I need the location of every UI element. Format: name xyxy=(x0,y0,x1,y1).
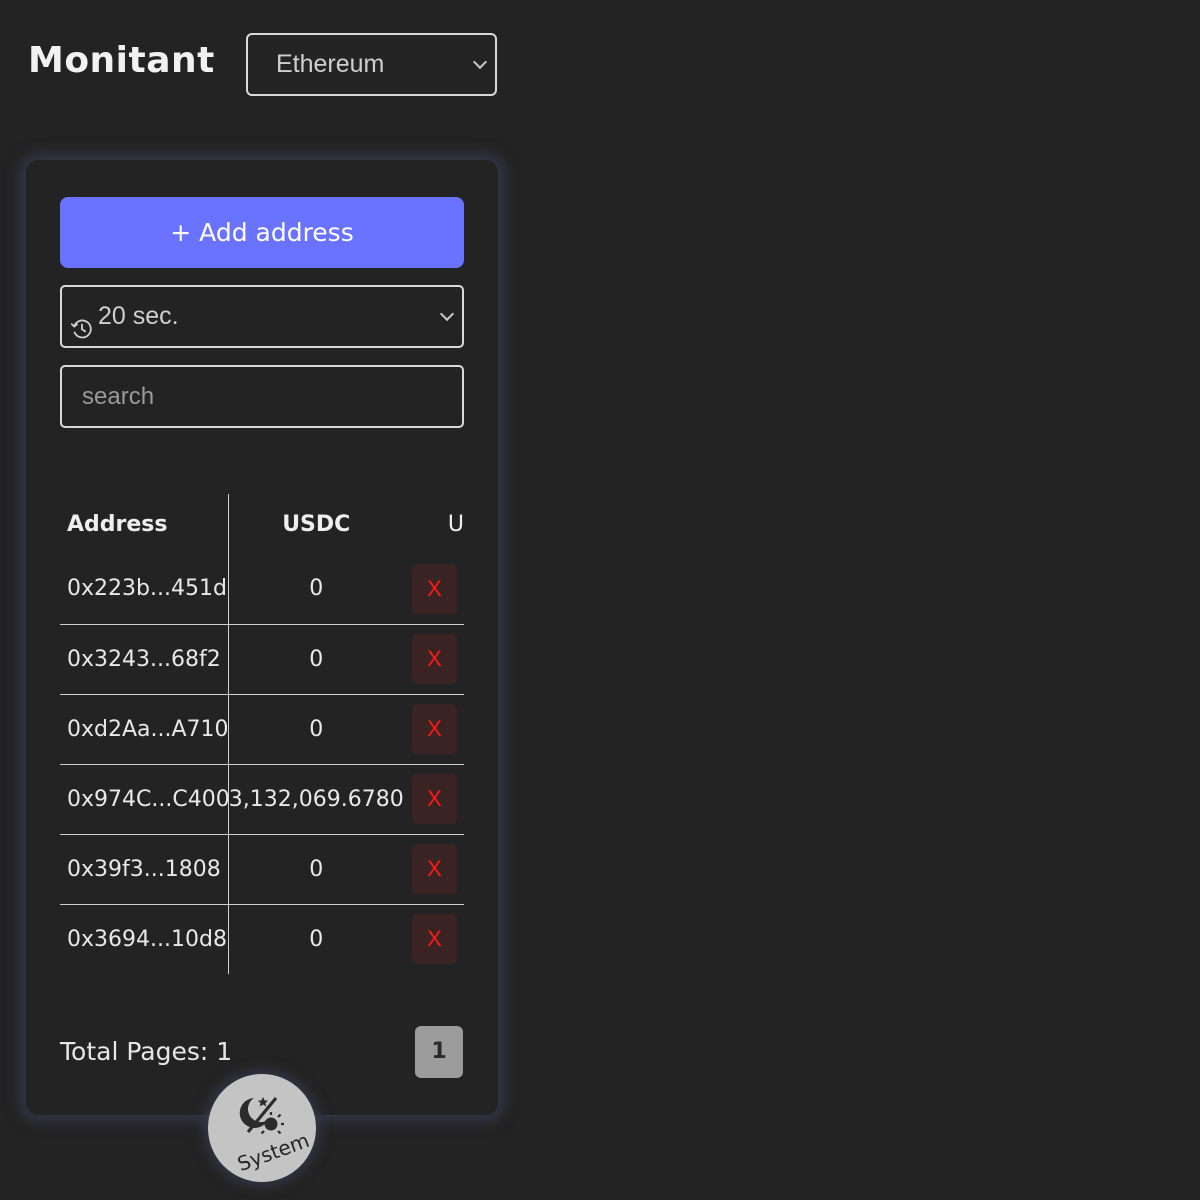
column-header-address: Address xyxy=(67,511,168,537)
column-header-extra: U xyxy=(447,511,464,537)
usdc-cell: 0 xyxy=(227,624,404,695)
network-select[interactable]: Ethereum xyxy=(246,33,497,96)
address-cell: 0xd2Aa...A710 xyxy=(60,694,229,765)
interval-select[interactable]: 20 sec. xyxy=(60,285,464,348)
address-cell: 0x223b...451d xyxy=(60,554,228,625)
column-header-usdc: USDC xyxy=(227,494,404,554)
add-address-button[interactable]: + Add address xyxy=(60,197,464,268)
address-cell: 0x3243...68f2 xyxy=(60,624,228,695)
table-row: 0x3694...10d8 0 X xyxy=(60,904,464,974)
network-select-value: Ethereum xyxy=(276,50,385,78)
delete-button[interactable]: X xyxy=(412,704,457,754)
address-panel: + Add address 20 sec. Address USDC U xyxy=(26,160,498,1115)
address-cell: 0x3694...10d8 xyxy=(60,904,228,974)
address-cell: 0x974C...C400 xyxy=(60,764,230,835)
delete-button[interactable]: X xyxy=(412,844,457,894)
table-row: 0x223b...451d 0 X xyxy=(60,554,464,625)
total-pages-label: Total Pages: 1 xyxy=(60,1037,233,1066)
app-title: Monitant xyxy=(28,40,215,81)
chevron-down-icon xyxy=(439,306,455,322)
address-table: Address USDC U 0x223b...451d 0 X 0x3243.… xyxy=(60,494,464,974)
usdc-cell: 0 xyxy=(227,554,404,625)
table-row: 0x974C...C400 3,132,069.6780 X xyxy=(60,764,464,835)
clock-history-icon xyxy=(70,304,94,363)
theme-toggle-button[interactable]: System xyxy=(208,1074,316,1182)
page-button[interactable]: 1 xyxy=(415,1026,463,1078)
interval-value: 20 sec. xyxy=(98,302,179,330)
table-row: 0x39f3...1808 0 X xyxy=(60,834,464,905)
table-row: 0x3243...68f2 0 X xyxy=(60,624,464,695)
usdc-cell: 0 xyxy=(227,834,404,905)
usdc-cell: 0 xyxy=(227,904,404,974)
delete-button[interactable]: X xyxy=(412,634,457,684)
search-input[interactable] xyxy=(60,365,464,428)
usdc-cell: 0 xyxy=(227,694,404,765)
delete-button[interactable]: X xyxy=(412,774,457,824)
table-row: 0xd2Aa...A710 0 X xyxy=(60,694,464,765)
delete-button[interactable]: X xyxy=(412,914,457,964)
delete-button[interactable]: X xyxy=(412,563,457,614)
address-cell: 0x39f3...1808 xyxy=(60,834,228,905)
chevron-down-icon xyxy=(472,54,488,70)
usdc-cell: 3,132,069.6780 xyxy=(227,764,404,835)
table-header-row: Address USDC U xyxy=(60,494,464,554)
